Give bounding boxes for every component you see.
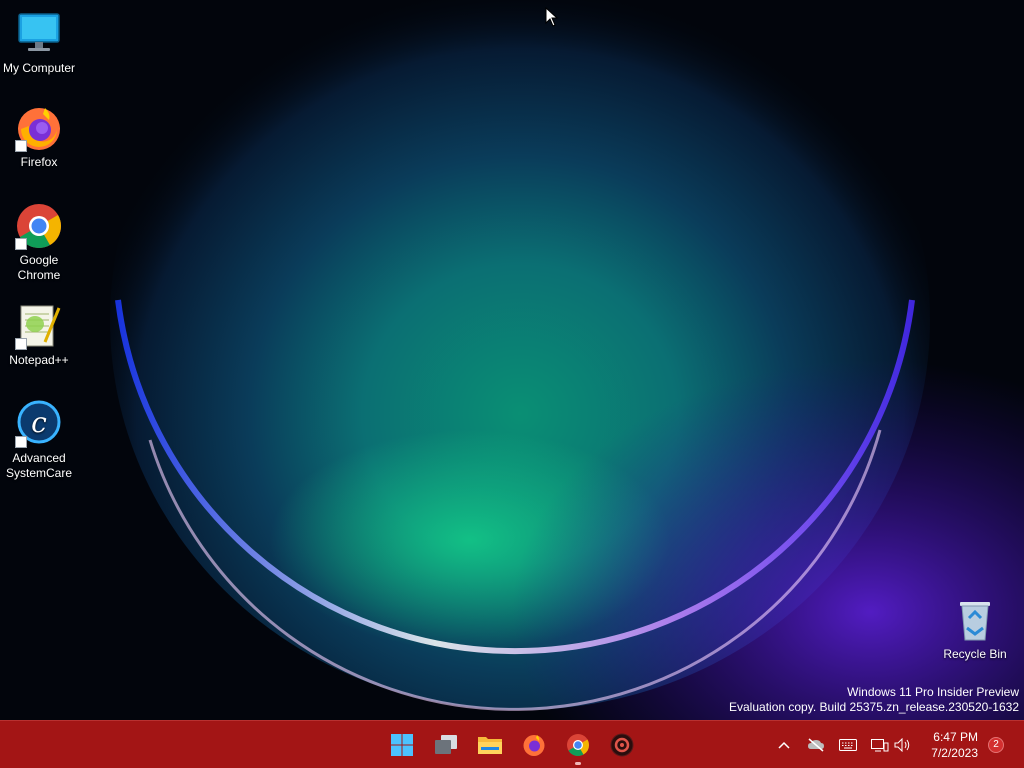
task-view-icon [435, 735, 457, 754]
file-explorer-button[interactable] [472, 727, 508, 763]
volume-icon [894, 738, 910, 752]
clock-time: 6:47 PM [933, 730, 978, 744]
desktop-icon-my-computer[interactable]: My Computer [1, 10, 77, 76]
svg-text:c: c [31, 406, 47, 439]
notification-badge[interactable]: 2 [988, 737, 1004, 753]
recycle-bin-icon [951, 596, 999, 644]
shortcut-arrow-icon [15, 140, 27, 152]
network-icon [871, 739, 889, 752]
shortcut-arrow-icon [15, 238, 27, 250]
volume-tray-button[interactable] [893, 735, 913, 755]
desktop-icon-label: Recycle Bin [943, 647, 1007, 661]
task-view-button[interactable] [428, 727, 464, 763]
watermark-line-1: Windows 11 Pro Insider Preview [847, 685, 1019, 699]
shortcut-arrow-icon [15, 436, 27, 448]
shortcut-arrow-icon [15, 338, 27, 350]
keyboard-tray-button[interactable] [838, 735, 858, 755]
advanced-systemcare-icon: c [15, 400, 63, 448]
os-watermark: Windows 11 Pro Insider Preview Evaluatio… [729, 685, 1019, 715]
desktop-icon-label: My Computer [2, 61, 76, 75]
chevron-up-icon [778, 741, 790, 749]
notepadpp-icon [15, 302, 63, 350]
desktop-icon-chrome[interactable]: Google Chrome [1, 202, 77, 283]
desktop-icon-label: Notepad++ [9, 353, 69, 367]
desktop: My Computer Firefox Google Chrome Notepa… [0, 0, 1024, 720]
mouse-pointer-icon [545, 6, 559, 32]
desktop-icon-label: Firefox [20, 155, 58, 169]
clock-date: 7/2/2023 [931, 746, 978, 760]
desktop-icon-advanced-systemcare[interactable]: c Advanced SystemCare [1, 400, 77, 481]
start-icon [391, 734, 413, 756]
cloud-off-icon [808, 738, 824, 752]
firefox-taskbar-button[interactable] [516, 727, 552, 763]
chrome-icon [567, 734, 589, 756]
file-explorer-icon [478, 737, 502, 754]
app-icon [610, 733, 634, 757]
taskbar: 6:47 PM 7/2/2023 2 [0, 720, 1024, 768]
clock[interactable]: 6:47 PM 7/2/2023 [931, 729, 978, 761]
show-hidden-icons-button[interactable] [774, 735, 794, 755]
desktop-icon-label: Google Chrome [17, 253, 61, 282]
wallpaper-bloom [0, 0, 1024, 720]
start-button[interactable] [384, 727, 420, 763]
app-taskbar-button[interactable] [604, 727, 640, 763]
chrome-taskbar-button[interactable] [560, 727, 596, 765]
network-tray-button[interactable] [870, 735, 890, 755]
monitor-icon [15, 10, 63, 58]
desktop-icon-recycle-bin[interactable]: Recycle Bin [937, 596, 1013, 662]
onedrive-tray-button[interactable] [806, 735, 826, 755]
desktop-icon-label: Advanced SystemCare [5, 451, 73, 480]
desktop-icon-firefox[interactable]: Firefox [1, 104, 77, 170]
running-indicator [575, 762, 581, 765]
watermark-line-2: Evaluation copy. Build 25375.zn_release.… [729, 700, 1019, 714]
firefox-icon [523, 735, 545, 756]
keyboard-icon [839, 739, 857, 751]
firefox-icon [15, 104, 63, 152]
chrome-icon [15, 202, 63, 250]
desktop-icon-notepadpp[interactable]: Notepad++ [1, 302, 77, 368]
